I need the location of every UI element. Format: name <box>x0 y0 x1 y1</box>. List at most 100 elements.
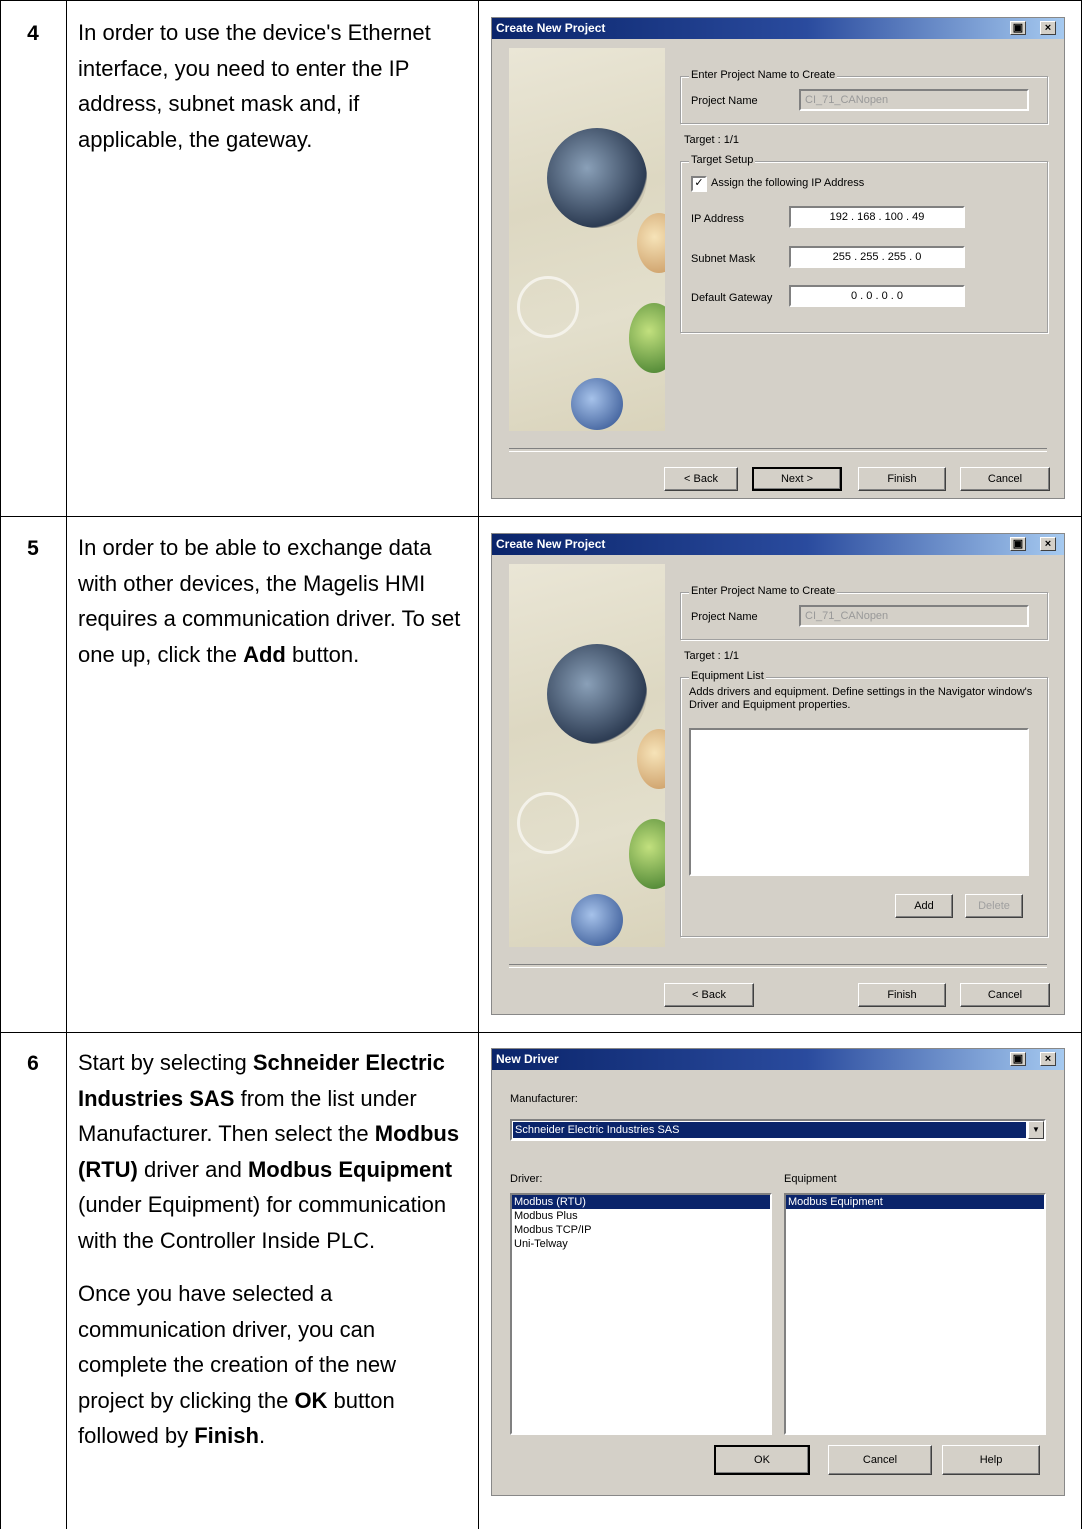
target-label: Target : 1/1 <box>684 650 740 662</box>
project-name-field[interactable]: CI_71_CANopen <box>799 605 1029 627</box>
assign-ip-label: Assign the following IP Address <box>711 177 865 189</box>
manufacturer-value: Schneider Electric Industries SAS <box>513 1122 1026 1138</box>
table-border-top <box>0 0 1082 1</box>
assign-ip-checkbox[interactable]: ✓ <box>691 176 707 192</box>
dialog-title: Create New Project <box>496 537 606 551</box>
group-label: Equipment List <box>689 670 766 682</box>
decor-circle <box>637 213 665 273</box>
back-button[interactable]: < Back <box>664 467 738 491</box>
decor-circle <box>571 894 623 946</box>
device-image <box>547 644 647 744</box>
target-label: Target : 1/1 <box>684 134 740 146</box>
eye-symbol <box>517 792 579 854</box>
ok-button[interactable]: OK <box>714 1445 810 1475</box>
cancel-button[interactable]: Cancel <box>960 983 1050 1007</box>
table-border-left <box>0 0 1 1529</box>
group-label: Target Setup <box>689 154 756 166</box>
close-icon[interactable]: × <box>1040 1052 1056 1066</box>
help-icon[interactable]: ▣ <box>1010 537 1026 551</box>
subnet-mask-label: Subnet Mask <box>691 253 756 265</box>
step-paragraph: Start by selecting Schneider Electric In… <box>78 1045 468 1258</box>
list-item[interactable]: Modbus Equipment <box>786 1195 1044 1209</box>
back-button[interactable]: < Back <box>664 983 754 1007</box>
wizard-side-image <box>509 48 665 431</box>
text-run: Start by selecting <box>78 1050 253 1075</box>
project-name-group: Enter Project Name to Create Project Nam… <box>680 69 1048 124</box>
finish-button[interactable]: Finish <box>858 983 946 1007</box>
table-row-divider <box>0 516 1082 517</box>
chevron-down-icon[interactable]: ▼ <box>1028 1121 1044 1139</box>
bold-text: Add <box>243 641 286 667</box>
list-item[interactable]: Modbus (RTU) <box>512 1195 770 1209</box>
dialog-titlebar: New Driver ▣ × <box>492 1049 1064 1070</box>
equipment-list[interactable] <box>689 728 1029 876</box>
project-name-field[interactable]: CI_71_CANopen <box>799 89 1029 111</box>
help-icon[interactable]: ▣ <box>1010 1052 1026 1066</box>
step-text: Start by selecting Schneider Electric In… <box>78 1045 468 1472</box>
cancel-button[interactable]: Cancel <box>960 467 1050 491</box>
list-item[interactable]: Modbus Plus <box>512 1209 770 1223</box>
default-gateway-field[interactable]: 0 . 0 . 0 . 0 <box>789 285 965 307</box>
bold-text: Finish <box>194 1423 259 1448</box>
step-number: 4 <box>27 22 39 45</box>
step-text: In order to be able to exchange data wit… <box>78 530 468 690</box>
step-number: 6 <box>27 1052 39 1075</box>
step-paragraph: Once you have selected a communication d… <box>78 1276 468 1454</box>
manufacturer-dropdown[interactable]: Schneider Electric Industries SAS ▼ <box>510 1119 1046 1141</box>
device-image <box>547 128 647 228</box>
group-label: Enter Project Name to Create <box>689 585 838 597</box>
text-run: driver and <box>137 1156 248 1182</box>
close-icon[interactable]: × <box>1040 21 1056 35</box>
text-run: (under Equipment) for communication with… <box>78 1192 447 1253</box>
project-name-group: Enter Project Name to Create Project Nam… <box>680 585 1048 640</box>
ip-address-label: IP Address <box>691 213 744 225</box>
step-paragraph: In order to be able to exchange data wit… <box>78 530 468 672</box>
help-button[interactable]: Help <box>942 1445 1040 1475</box>
equipment-label: Equipment <box>784 1173 837 1185</box>
step-text: In order to use the device's Ethernet in… <box>78 15 468 175</box>
next-button[interactable]: Next > <box>752 467 842 491</box>
subnet-mask-field[interactable]: 255 . 255 . 255 . 0 <box>789 246 965 268</box>
project-name-label: Project Name <box>691 95 758 107</box>
driver-label: Driver: <box>510 1173 543 1185</box>
step-number: 5 <box>27 537 39 560</box>
add-button[interactable]: Add <box>895 894 953 918</box>
decor-circle <box>571 378 623 430</box>
decor-circle <box>629 303 665 373</box>
step-paragraph: In order to use the device's Ethernet in… <box>78 20 431 152</box>
bold-text: Modbus Equipment <box>247 1156 453 1182</box>
target-setup-group: Target Setup ✓ Assign the following IP A… <box>680 154 1048 333</box>
separator <box>509 448 1047 452</box>
table-row-divider <box>0 1032 1082 1033</box>
bold-text: OK <box>294 1387 328 1413</box>
separator <box>509 964 1047 968</box>
equipment-list[interactable]: Modbus Equipment <box>784 1193 1046 1435</box>
list-item[interactable]: Uni-Telway <box>512 1237 770 1251</box>
text-run: . <box>258 1423 266 1448</box>
equipment-list-group: Equipment List Adds drivers and equipmen… <box>680 670 1048 937</box>
driver-list[interactable]: Modbus (RTU) Modbus Plus Modbus TCP/IP U… <box>510 1193 772 1435</box>
eye-symbol <box>517 276 579 338</box>
create-project-equipment-dialog: Create New Project ▣ × Enter Project Nam… <box>491 533 1065 1015</box>
text-run: button. <box>285 641 360 667</box>
delete-button[interactable]: Delete <box>965 894 1023 918</box>
dialog-titlebar: Create New Project ▣ × <box>492 18 1064 39</box>
decor-circle <box>637 729 665 789</box>
create-project-dialog: Create New Project ▣ × Enter Project Nam… <box>491 17 1065 499</box>
manufacturer-label: Manufacturer: <box>510 1093 578 1105</box>
dialog-titlebar: Create New Project ▣ × <box>492 534 1064 555</box>
equipment-description: Adds drivers and equipment. Define setti… <box>689 686 1033 711</box>
ip-address-field[interactable]: 192 . 168 . 100 . 49 <box>789 206 965 228</box>
cancel-button[interactable]: Cancel <box>828 1445 932 1475</box>
help-icon[interactable]: ▣ <box>1010 21 1026 35</box>
finish-button[interactable]: Finish <box>858 467 946 491</box>
close-icon[interactable]: × <box>1040 537 1056 551</box>
group-label: Enter Project Name to Create <box>689 69 838 81</box>
project-name-label: Project Name <box>691 611 758 623</box>
wizard-side-image <box>509 564 665 947</box>
dialog-title: New Driver <box>496 1052 559 1066</box>
dialog-title: Create New Project <box>496 21 606 35</box>
table-column-divider <box>478 0 479 1529</box>
decor-circle <box>629 819 665 889</box>
list-item[interactable]: Modbus TCP/IP <box>512 1223 770 1237</box>
